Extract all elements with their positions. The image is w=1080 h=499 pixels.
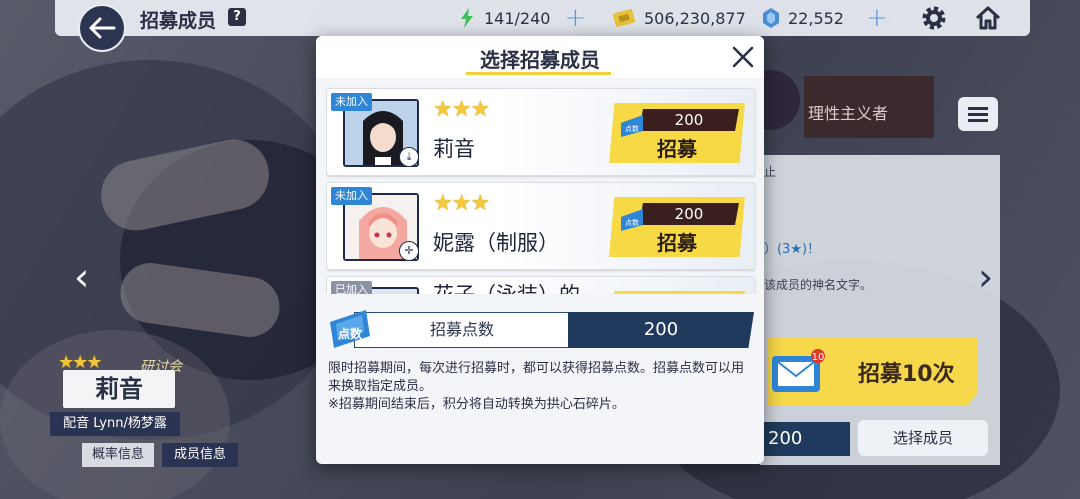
target-icon: ✛	[399, 241, 419, 261]
back-arrow-icon	[89, 17, 116, 39]
home-icon[interactable]	[974, 4, 1002, 32]
next-arrow-icon[interactable]: ›	[978, 255, 993, 299]
select-member-button[interactable]: 选择成员	[858, 420, 988, 456]
member-name: 花子（泳装）的	[433, 279, 580, 294]
recruit-cost: 200	[639, 203, 739, 225]
download-icon: ⤓	[399, 147, 419, 167]
recruit-button[interactable]	[609, 291, 745, 294]
banner-info-panel	[760, 155, 1000, 465]
svg-text:点数: 点数	[338, 326, 363, 341]
close-icon[interactable]	[730, 44, 756, 70]
mail-badge: 10	[812, 352, 825, 363]
svg-text:点数: 点数	[625, 218, 639, 227]
page-title: 招募成员	[140, 10, 217, 32]
title-underline	[466, 72, 611, 75]
lightning-icon	[461, 8, 473, 28]
member-info-button[interactable]: 成员信息	[162, 443, 238, 467]
coin-value: 506,230,877	[644, 8, 746, 28]
description-note: ※招募期间结束后，积分将自动转换为拱心石碎片。	[328, 397, 625, 412]
energy-value: 141/240	[484, 8, 551, 28]
back-button[interactable]	[78, 4, 126, 52]
member-list[interactable]: 未加入 ⤓ ★★★ 莉音 200 点数 招募 未加入 ✛ ★★★ 妮露（制服） …	[326, 86, 756, 294]
points-ticket-icon: 点数	[330, 310, 370, 348]
prev-arrow-icon[interactable]: ‹	[74, 255, 89, 299]
character-name: 莉音	[63, 370, 175, 408]
info-line-2: ）(3★)！	[764, 242, 821, 257]
coin-display: 506,230,877	[612, 6, 746, 30]
coin-icon	[612, 9, 636, 27]
status-badge: 未加入	[331, 187, 372, 205]
recruit-10-label: 招募10次	[858, 362, 955, 387]
recruit-points-value: 200	[568, 312, 754, 348]
dialog-title: 选择招募成员	[480, 48, 600, 72]
member-stars: ★★★	[433, 97, 490, 122]
member-name: 莉音	[433, 137, 475, 161]
points-display: 200	[764, 422, 850, 456]
svg-text:点数: 点数	[625, 124, 639, 133]
points-ticket-icon: 点数	[621, 209, 643, 231]
gem-value: 22,552	[788, 8, 844, 28]
recruit-cost: 200	[639, 109, 739, 131]
member-card[interactable]: 未加入 ⤓ ★★★ 莉音 200 点数 招募	[326, 88, 756, 176]
points-ticket-icon: 点数	[621, 115, 643, 137]
recruit-points-row: 招募点数 200	[334, 312, 754, 348]
info-line-3: 该成员的神名文字。	[764, 278, 873, 292]
add-gem-button[interactable]: +	[866, 5, 888, 31]
top-bar: 招募成员 ? 141/240 + 506,230,877 22,552 +	[0, 0, 1080, 52]
help-icon[interactable]: ?	[228, 8, 246, 26]
voice-actor: 配音 Lynn/杨梦露	[50, 412, 180, 436]
recruit-points-label: 招募点数	[354, 312, 570, 348]
probability-info-button[interactable]: 概率信息	[82, 443, 154, 467]
energy-display: 141/240 +	[458, 5, 586, 31]
info-line-1: 止	[764, 165, 777, 179]
gem-display: 22,552 +	[762, 5, 888, 31]
add-energy-button[interactable]: +	[564, 5, 586, 31]
recruit-points-description: 限时招募期间，每次进行招募时，都可以获得招募点数。招募点数可以用来换取指定成员。…	[328, 360, 756, 414]
status-badge: 已加入	[331, 281, 372, 294]
member-stars: ★★★	[433, 191, 490, 216]
description-line: 限时招募期间，每次进行招募时，都可以获得招募点数。招募点数可以用来换取指定成员。	[328, 361, 745, 394]
menu-icon	[968, 107, 988, 122]
gem-icon	[763, 8, 779, 28]
gear-icon[interactable]	[920, 4, 948, 32]
member-card[interactable]: 未加入 ✛ ★★★ 妮露（制服） 200 点数 招募	[326, 182, 756, 270]
banner-label: 理性主义者	[808, 104, 889, 123]
select-member-dialog: 选择招募成员 未加入 ⤓ ★★★ 莉音 200 点数 招募 未加入 ✛ ★★★ …	[316, 36, 764, 464]
menu-button[interactable]	[958, 97, 998, 131]
status-badge: 未加入	[331, 93, 372, 111]
member-card[interactable]: 已加入 花子（泳装）的	[326, 276, 756, 294]
member-name: 妮露（制服）	[433, 231, 559, 255]
mail-icon: 10	[772, 349, 825, 392]
